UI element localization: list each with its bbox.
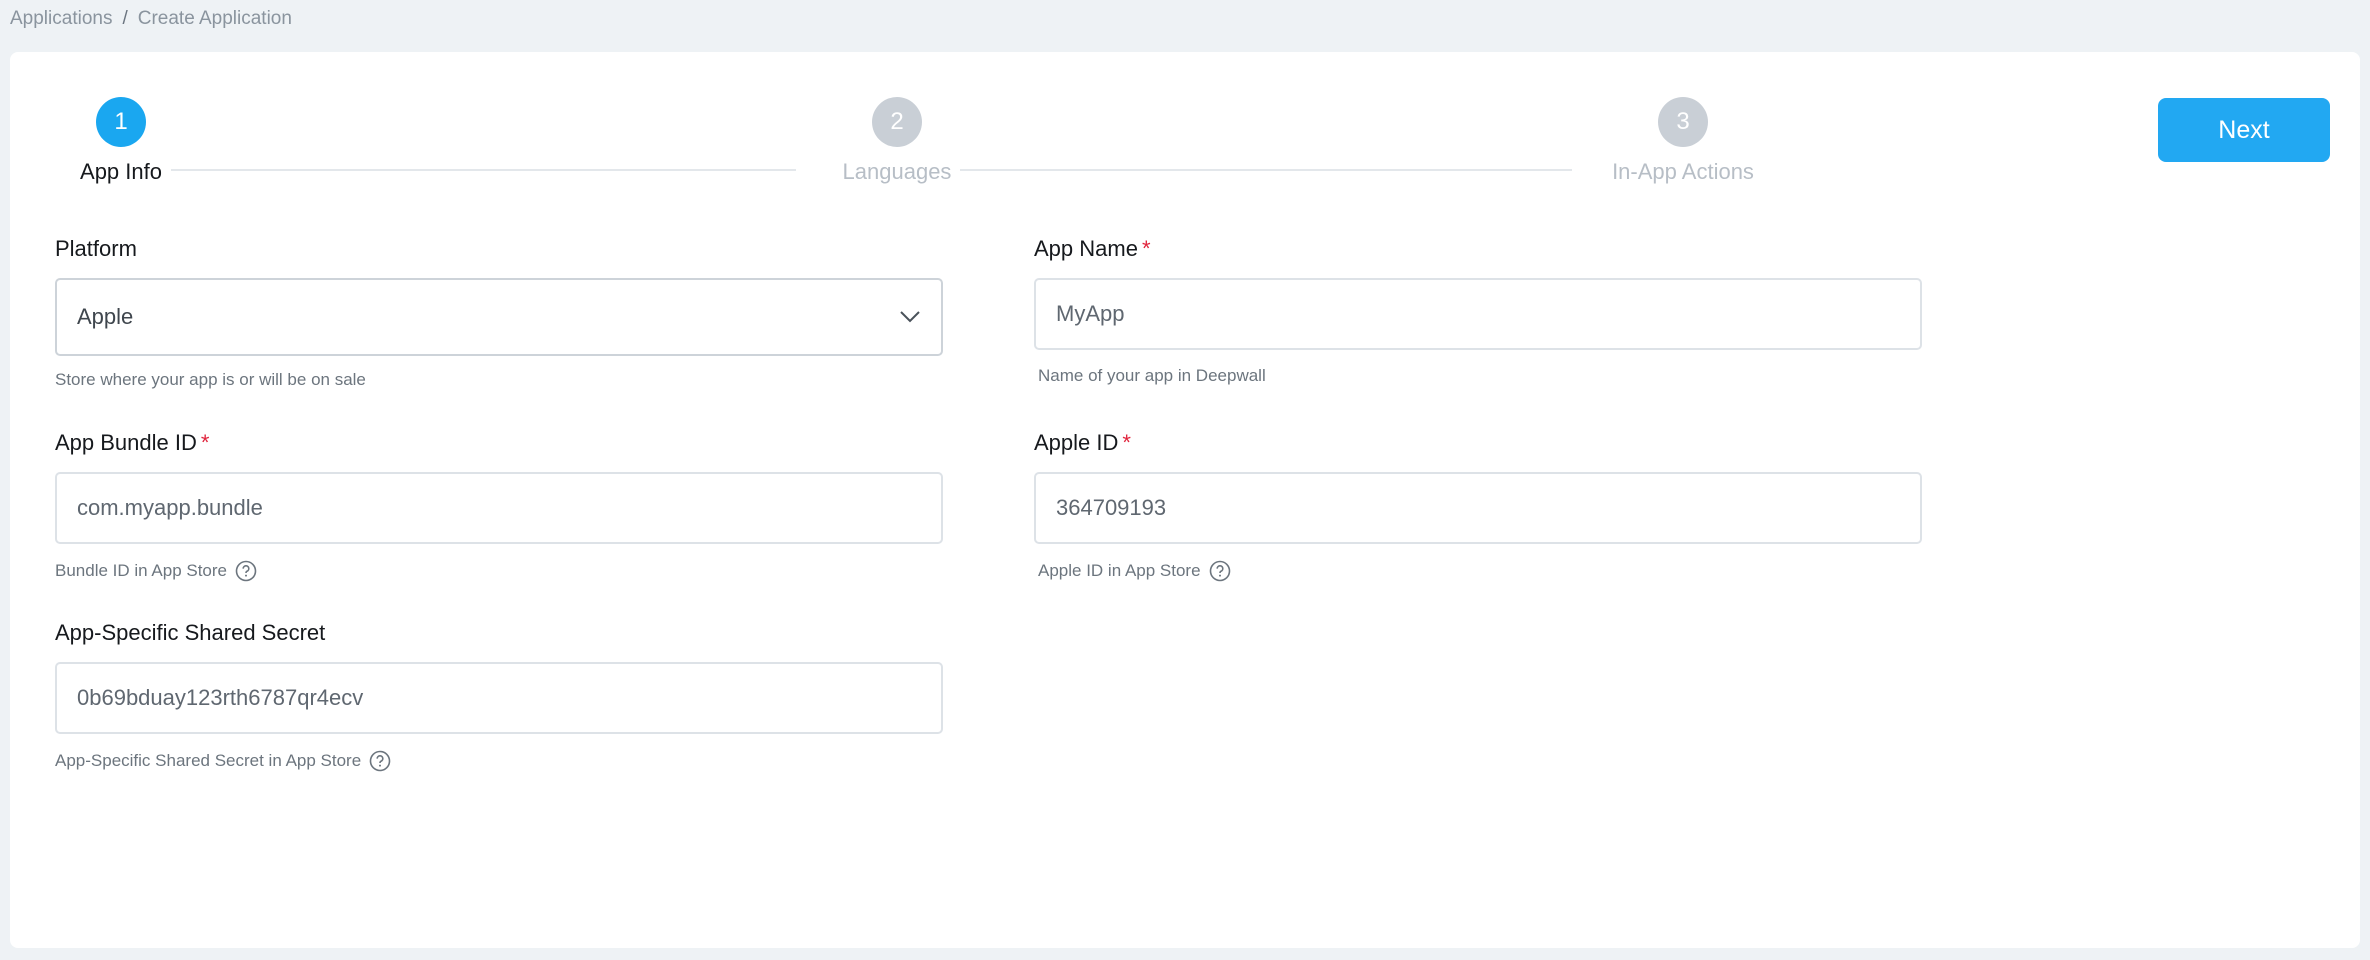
platform-select[interactable]: Apple xyxy=(55,278,943,356)
step-label-app-info: App Info xyxy=(80,159,162,184)
shared-secret-input[interactable]: 0b69bduay123rth6787qr4ecv xyxy=(55,662,943,734)
step-in-app-actions[interactable]: 3 In-App Actions xyxy=(1588,97,1778,185)
apple-id-help-text: Apple ID in App Store xyxy=(1034,560,1924,582)
breadcrumb-item-applications[interactable]: Applications xyxy=(10,8,112,30)
apple-id-input[interactable]: 364709193 xyxy=(1034,472,1922,544)
app-name-field: App Name * MyApp Name of your app in Deep… xyxy=(1034,236,1924,386)
apple-id-label: Apple ID * xyxy=(1034,430,1131,455)
shared-secret-help-text: App-Specific Shared Secret in App Store xyxy=(55,750,945,772)
step-number-2: 2 xyxy=(872,97,922,147)
step-number-3: 3 xyxy=(1658,97,1708,147)
platform-label: Platform xyxy=(55,236,137,261)
step-label-languages: Languages xyxy=(842,159,952,184)
step-app-info[interactable]: 1 App Info xyxy=(56,97,186,185)
chevron-down-icon xyxy=(899,310,921,324)
step-languages[interactable]: 2 Languages xyxy=(822,97,972,185)
step-connector-2 xyxy=(960,169,1572,171)
breadcrumb-separator: / xyxy=(122,8,128,29)
required-mark: * xyxy=(1122,430,1131,455)
platform-select-value: Apple xyxy=(77,304,134,329)
platform-field: Platform Apple Store where your app is o… xyxy=(55,236,945,390)
breadcrumb: Applications / Create Application xyxy=(10,8,292,30)
platform-help-text: Store where your app is or will be on sa… xyxy=(55,370,366,389)
question-circle-icon[interactable] xyxy=(235,560,257,582)
step-label-in-app-actions: In-App Actions xyxy=(1612,159,1754,184)
required-mark: * xyxy=(1141,236,1151,261)
question-circle-icon[interactable] xyxy=(369,750,391,772)
apple-id-field: Apple ID * 364709193 Apple ID in App Stor… xyxy=(1034,430,1924,582)
bundle-id-help-text: Bundle ID in App Store xyxy=(55,560,945,582)
bundle-id-input[interactable]: com.myapp.bundle xyxy=(55,472,943,544)
step-number-1: 1 xyxy=(96,97,146,147)
app-name-input[interactable]: MyApp xyxy=(1034,278,1922,350)
required-mark: * xyxy=(200,430,210,455)
question-circle-icon[interactable] xyxy=(1209,560,1231,582)
shared-secret-field: App-Specific Shared Secret 0b69bduay123r… xyxy=(55,620,945,772)
app-name-help-text: Name of your app in Deepwall xyxy=(1038,366,1266,385)
step-connector-1 xyxy=(171,169,796,171)
next-button[interactable]: Next xyxy=(2158,98,2330,162)
app-name-label: App Name * xyxy=(1034,236,1151,261)
breadcrumb-item-create-application: Create Application xyxy=(137,8,292,29)
create-application-card: 1 App Info 2 Languages 3 In-App Actions … xyxy=(10,52,2360,948)
bundle-id-label: App Bundle ID * xyxy=(55,430,210,455)
bundle-id-field: App Bundle ID * com.myapp.bundle Bundle I… xyxy=(55,430,945,582)
shared-secret-label: App-Specific Shared Secret xyxy=(55,620,326,645)
